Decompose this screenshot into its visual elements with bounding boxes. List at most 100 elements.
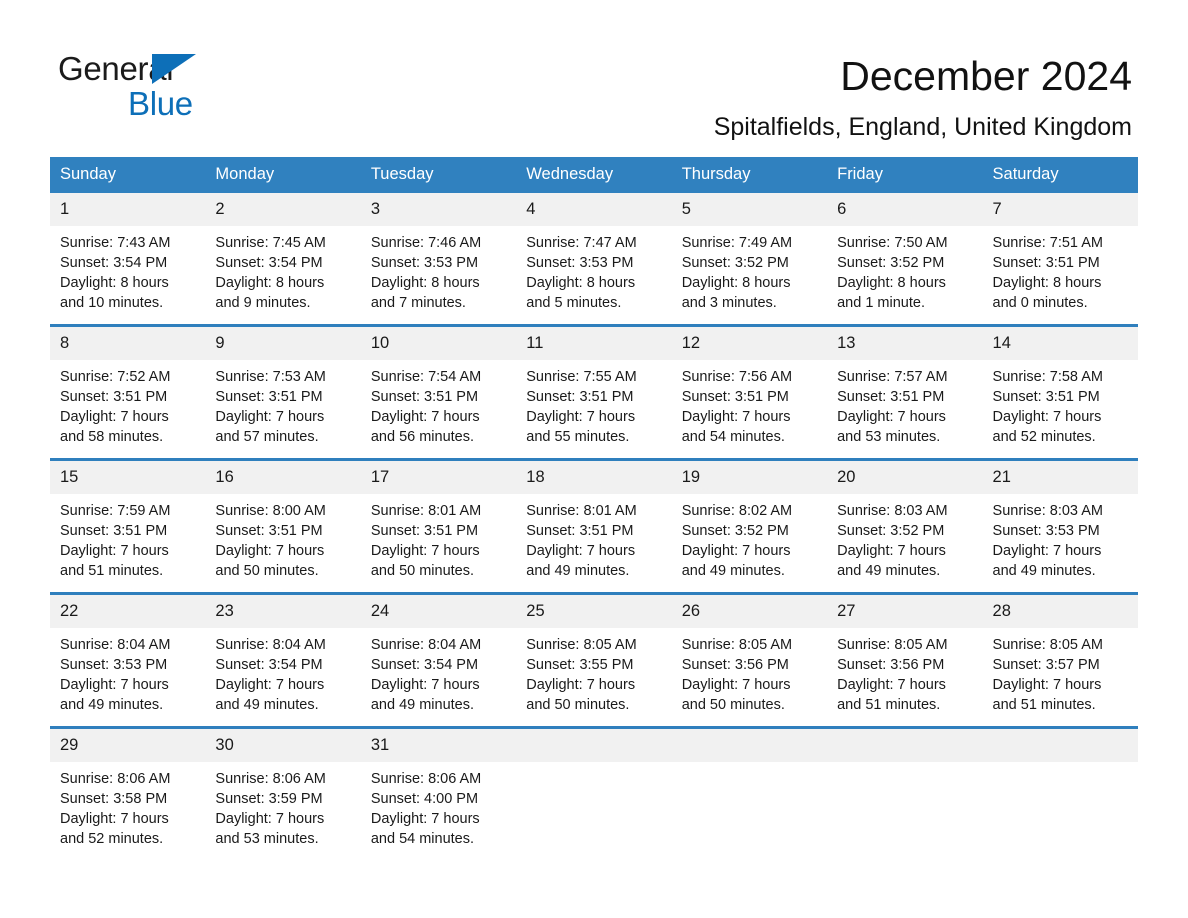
day-info — [672, 762, 827, 769]
weekday-header-saturday: Saturday — [982, 157, 1138, 193]
sunrise-text: Sunrise: 8:01 AM — [370, 503, 482, 519]
calendar-day-cell[interactable]: 4 Sunrise: 7:47 AM Sunset: 3:53 PM Dayli… — [516, 193, 672, 326]
daylight-text-line2: and 49 minutes. — [526, 563, 630, 579]
calendar-day-cell[interactable]: 26 Sunrise: 8:05 AM Sunset: 3:56 PM Dayl… — [671, 592, 828, 728]
calendar-day-cell[interactable]: 11 Sunrise: 7:55 AM Sunset: 3:51 PM Dayl… — [516, 324, 672, 460]
day-number — [827, 729, 983, 762]
day-number: 29 — [50, 729, 206, 762]
calendar-day-cell[interactable]: 20 Sunrise: 8:03 AM Sunset: 3:52 PM Dayl… — [827, 458, 983, 594]
sunset-text: Sunset: 3:51 PM — [992, 255, 1100, 271]
daylight-text-line1: Daylight: 7 hours — [215, 811, 325, 827]
daylight-text-line1: Daylight: 7 hours — [837, 543, 946, 559]
daylight-text-line2: and 50 minutes. — [370, 563, 475, 579]
calendar-day-cell[interactable]: 16 Sunrise: 8:00 AM Sunset: 3:51 PM Dayl… — [205, 458, 361, 594]
calendar-day-cell[interactable]: 25 Sunrise: 8:05 AM Sunset: 3:55 PM Dayl… — [516, 592, 672, 728]
sunrise-text: Sunrise: 8:04 AM — [215, 637, 326, 653]
calendar-page: General Blue December 2024 Spitalfields,… — [0, 0, 1188, 918]
calendar-day-cell[interactable]: 31 Sunrise: 8:06 AM Sunset: 4:00 PM Dayl… — [360, 726, 517, 860]
calendar-day-cell[interactable]: 6 Sunrise: 7:50 AM Sunset: 3:52 PM Dayli… — [827, 193, 983, 326]
calendar-day-cell[interactable]: 19 Sunrise: 8:02 AM Sunset: 3:52 PM Dayl… — [671, 458, 828, 594]
day-cell-inner: 1 Sunrise: 7:43 AM Sunset: 3:54 PM Dayli… — [50, 193, 206, 324]
day-cell-inner: 2 Sunrise: 7:45 AM Sunset: 3:54 PM Dayli… — [205, 193, 361, 324]
calendar-day-cell[interactable]: 13 Sunrise: 7:57 AM Sunset: 3:51 PM Dayl… — [827, 324, 983, 460]
day-cell-inner: 7 Sunrise: 7:51 AM Sunset: 3:51 PM Dayli… — [982, 193, 1138, 324]
day-info: Sunrise: 7:54 AM Sunset: 3:51 PM Dayligh… — [361, 360, 516, 447]
calendar-day-cell[interactable]: 18 Sunrise: 8:01 AM Sunset: 3:51 PM Dayl… — [516, 458, 672, 594]
day-info: Sunrise: 8:06 AM Sunset: 3:59 PM Dayligh… — [205, 762, 360, 849]
calendar-day-cell[interactable]: 27 Sunrise: 8:05 AM Sunset: 3:56 PM Dayl… — [827, 592, 983, 728]
daylight-text-line1: Daylight: 7 hours — [370, 811, 480, 827]
day-cell-inner — [982, 729, 1138, 860]
daylight-text-line2: and 52 minutes. — [60, 831, 164, 847]
calendar-day-cell[interactable]: 5 Sunrise: 7:49 AM Sunset: 3:52 PM Dayli… — [671, 193, 828, 326]
calendar-day-cell[interactable]: 21 Sunrise: 8:03 AM Sunset: 3:53 PM Dayl… — [982, 458, 1138, 594]
calendar-day-cell[interactable]: 24 Sunrise: 8:04 AM Sunset: 3:54 PM Dayl… — [360, 592, 517, 728]
day-cell-inner: 6 Sunrise: 7:50 AM Sunset: 3:52 PM Dayli… — [827, 193, 983, 324]
calendar-day-cell[interactable]: 22 Sunrise: 8:04 AM Sunset: 3:53 PM Dayl… — [50, 592, 206, 728]
sunset-text: Sunset: 3:51 PM — [60, 389, 168, 405]
daylight-text-line1: Daylight: 7 hours — [992, 409, 1102, 425]
sunset-text: Sunset: 3:55 PM — [526, 657, 634, 673]
weekday-header-tuesday: Tuesday — [360, 157, 517, 193]
daylight-text-line2: and 50 minutes. — [681, 697, 785, 713]
day-info: Sunrise: 8:00 AM Sunset: 3:51 PM Dayligh… — [205, 494, 360, 581]
daylight-text-line2: and 10 minutes. — [60, 295, 164, 311]
sunset-text: Sunset: 3:51 PM — [215, 389, 323, 405]
sunset-text: Sunset: 3:51 PM — [526, 523, 634, 539]
sunset-text: Sunset: 4:00 PM — [370, 791, 479, 807]
calendar-day-cell[interactable]: 12 Sunrise: 7:56 AM Sunset: 3:51 PM Dayl… — [671, 324, 828, 460]
day-info: Sunrise: 8:03 AM Sunset: 3:53 PM Dayligh… — [983, 494, 1138, 581]
calendar-day-cell[interactable]: 3 Sunrise: 7:46 AM Sunset: 3:53 PM Dayli… — [360, 193, 517, 326]
day-cell-inner: 5 Sunrise: 7:49 AM Sunset: 3:52 PM Dayli… — [671, 193, 828, 324]
sunset-text: Sunset: 3:53 PM — [992, 523, 1100, 539]
daylight-text-line2: and 53 minutes. — [215, 831, 319, 847]
sunrise-text: Sunrise: 7:58 AM — [992, 369, 1103, 385]
day-cell-inner: 24 Sunrise: 8:04 AM Sunset: 3:54 PM Dayl… — [360, 595, 517, 726]
calendar-day-cell[interactable]: 7 Sunrise: 7:51 AM Sunset: 3:51 PM Dayli… — [982, 193, 1138, 326]
calendar-day-cell[interactable]: 8 Sunrise: 7:52 AM Sunset: 3:51 PM Dayli… — [50, 324, 206, 460]
day-info: Sunrise: 7:47 AM Sunset: 3:53 PM Dayligh… — [516, 226, 671, 313]
day-cell-inner: 21 Sunrise: 8:03 AM Sunset: 3:53 PM Dayl… — [982, 461, 1138, 592]
daylight-text-line2: and 3 minutes. — [681, 295, 777, 311]
daylight-text-line1: Daylight: 7 hours — [370, 677, 480, 693]
calendar-day-cell[interactable]: 29 Sunrise: 8:06 AM Sunset: 3:58 PM Dayl… — [50, 726, 206, 860]
calendar-day-cell[interactable]: 15 Sunrise: 7:59 AM Sunset: 3:51 PM Dayl… — [50, 458, 206, 594]
daylight-text-line2: and 54 minutes. — [370, 831, 475, 847]
calendar-day-cell[interactable]: 14 Sunrise: 7:58 AM Sunset: 3:51 PM Dayl… — [982, 324, 1138, 460]
day-number: 17 — [360, 461, 517, 494]
brand-logo[interactable]: General Blue — [58, 52, 358, 122]
day-info: Sunrise: 8:05 AM Sunset: 3:57 PM Dayligh… — [983, 628, 1138, 715]
calendar-day-cell[interactable]: 1 Sunrise: 7:43 AM Sunset: 3:54 PM Dayli… — [50, 193, 206, 326]
daylight-text-line2: and 5 minutes. — [526, 295, 622, 311]
day-cell-inner: 18 Sunrise: 8:01 AM Sunset: 3:51 PM Dayl… — [516, 461, 672, 592]
daylight-text-line1: Daylight: 7 hours — [526, 677, 636, 693]
day-number: 9 — [205, 327, 361, 360]
day-info: Sunrise: 8:06 AM Sunset: 4:00 PM Dayligh… — [361, 762, 516, 849]
calendar-day-cell[interactable]: 23 Sunrise: 8:04 AM Sunset: 3:54 PM Dayl… — [205, 592, 361, 728]
daylight-text-line1: Daylight: 7 hours — [60, 409, 169, 425]
calendar-day-cell[interactable]: 30 Sunrise: 8:06 AM Sunset: 3:59 PM Dayl… — [205, 726, 361, 860]
calendar-day-cell[interactable]: 17 Sunrise: 8:01 AM Sunset: 3:51 PM Dayl… — [360, 458, 517, 594]
day-cell-inner: 8 Sunrise: 7:52 AM Sunset: 3:51 PM Dayli… — [50, 327, 206, 458]
sunset-text: Sunset: 3:51 PM — [837, 389, 945, 405]
day-number — [671, 729, 828, 762]
calendar-day-cell[interactable]: 28 Sunrise: 8:05 AM Sunset: 3:57 PM Dayl… — [982, 592, 1138, 728]
calendar-day-cell[interactable]: 9 Sunrise: 7:53 AM Sunset: 3:51 PM Dayli… — [205, 324, 361, 460]
daylight-text-line1: Daylight: 8 hours — [681, 275, 791, 291]
calendar-day-cell[interactable]: 10 Sunrise: 7:54 AM Sunset: 3:51 PM Dayl… — [360, 324, 517, 460]
calendar-day-cell[interactable]: 2 Sunrise: 7:45 AM Sunset: 3:54 PM Dayli… — [205, 193, 361, 326]
day-number: 15 — [50, 461, 206, 494]
day-info: Sunrise: 7:58 AM Sunset: 3:51 PM Dayligh… — [983, 360, 1138, 447]
daylight-text-line1: Daylight: 8 hours — [215, 275, 325, 291]
daylight-text-line2: and 51 minutes. — [837, 697, 941, 713]
day-number: 10 — [360, 327, 517, 360]
day-info: Sunrise: 8:05 AM Sunset: 3:55 PM Dayligh… — [516, 628, 671, 715]
day-cell-inner: 13 Sunrise: 7:57 AM Sunset: 3:51 PM Dayl… — [827, 327, 983, 458]
page-title: December 2024 — [840, 53, 1132, 99]
sunset-text: Sunset: 3:52 PM — [681, 255, 789, 271]
sunset-text: Sunset: 3:56 PM — [837, 657, 945, 673]
sunset-text: Sunset: 3:51 PM — [681, 389, 789, 405]
day-cell-inner: 16 Sunrise: 8:00 AM Sunset: 3:51 PM Dayl… — [205, 461, 361, 592]
day-info: Sunrise: 7:56 AM Sunset: 3:51 PM Dayligh… — [672, 360, 827, 447]
daylight-text-line1: Daylight: 7 hours — [60, 811, 169, 827]
